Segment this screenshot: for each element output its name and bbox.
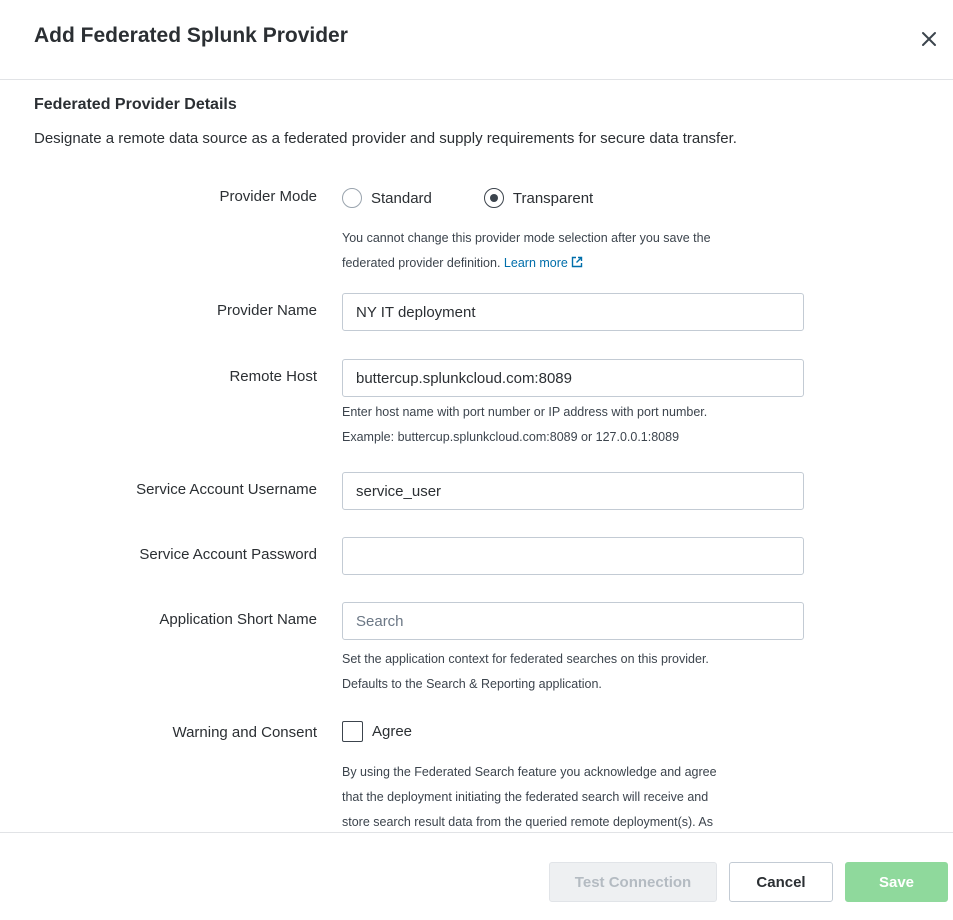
close-button[interactable] (914, 24, 944, 54)
provider-mode-label: Provider Mode (219, 188, 317, 205)
agree-checkbox-label: Agree (372, 723, 413, 740)
add-federated-provider-dialog: Add Federated Splunk Provider Federated … (0, 0, 953, 920)
agree-checkbox[interactable]: Agree (342, 721, 412, 742)
learn-more-link-text: Learn more (503, 256, 568, 270)
warning-consent-text: By using the Federated Search feature yo… (342, 760, 812, 832)
provider-mode-help-line2: federated provider definition. Learn mor… (342, 251, 812, 276)
radio-transparent-circle[interactable] (483, 188, 504, 208)
service-password-input[interactable] (342, 537, 804, 575)
save-button[interactable]: Save (845, 862, 948, 902)
warning-consent-line3: store search result data from the querie… (342, 815, 714, 829)
dialog-footer: Test Connection Cancel Save (0, 832, 953, 920)
service-password-label: Service Account Password (139, 546, 317, 563)
app-short-name-help-line1: Set the application context for federate… (342, 652, 709, 666)
service-username-label: Service Account Username (136, 481, 317, 498)
app-short-name-help: Set the application context for federate… (342, 647, 812, 697)
app-short-name-help-line2: Defaults to the Search & Reporting appli… (342, 677, 602, 691)
radio-transparent[interactable]: Transparent (483, 188, 594, 208)
provider-mode-radio-group: Standard Transparent (342, 186, 645, 210)
radio-selected-dot (489, 194, 498, 202)
service-username-input[interactable] (342, 472, 804, 510)
radio-transparent-label: Transparent (512, 189, 594, 207)
agree-checkbox-box[interactable] (342, 721, 363, 742)
cancel-button[interactable]: Cancel (729, 862, 833, 902)
warning-consent-line2: that the deployment initiating the feder… (342, 790, 709, 804)
app-short-name-input[interactable] (342, 602, 804, 640)
section-title: Federated Provider Details (34, 96, 237, 113)
section-description: Designate a remote data source as a fede… (34, 130, 737, 147)
dialog-body[interactable]: Federated Provider Details Designate a r… (0, 80, 953, 832)
provider-mode-help-line1: You cannot change this provider mode sel… (342, 231, 711, 245)
warning-consent-label: Warning and Consent (172, 724, 317, 741)
remote-host-help-line1: Enter host name with port number or IP a… (342, 405, 708, 419)
app-short-name-label: Application Short Name (159, 611, 317, 628)
provider-name-label: Provider Name (216, 302, 317, 319)
provider-name-input[interactable] (342, 293, 804, 331)
radio-standard[interactable]: Standard (342, 188, 432, 208)
test-connection-button[interactable]: Test Connection (549, 862, 717, 902)
external-link-icon (571, 256, 583, 268)
learn-more-link[interactable]: Learn more (504, 256, 583, 270)
remote-host-label: Remote Host (229, 368, 317, 385)
remote-host-help-line2: Example: buttercup.splunkcloud.com:8089 … (342, 430, 680, 444)
close-icon (922, 32, 936, 46)
dialog-title: Add Federated Splunk Provider (34, 24, 348, 47)
radio-standard-circle[interactable] (342, 188, 362, 208)
provider-mode-help-line2-text: federated provider definition. (342, 256, 501, 270)
remote-host-input[interactable] (342, 359, 804, 397)
remote-host-help: Enter host name with port number or IP a… (342, 400, 812, 450)
dialog-header: Add Federated Splunk Provider (0, 0, 953, 80)
radio-standard-label: Standard (371, 189, 432, 207)
provider-mode-help: You cannot change this provider mode sel… (342, 226, 812, 276)
warning-consent-line1: By using the Federated Search feature yo… (342, 765, 717, 779)
